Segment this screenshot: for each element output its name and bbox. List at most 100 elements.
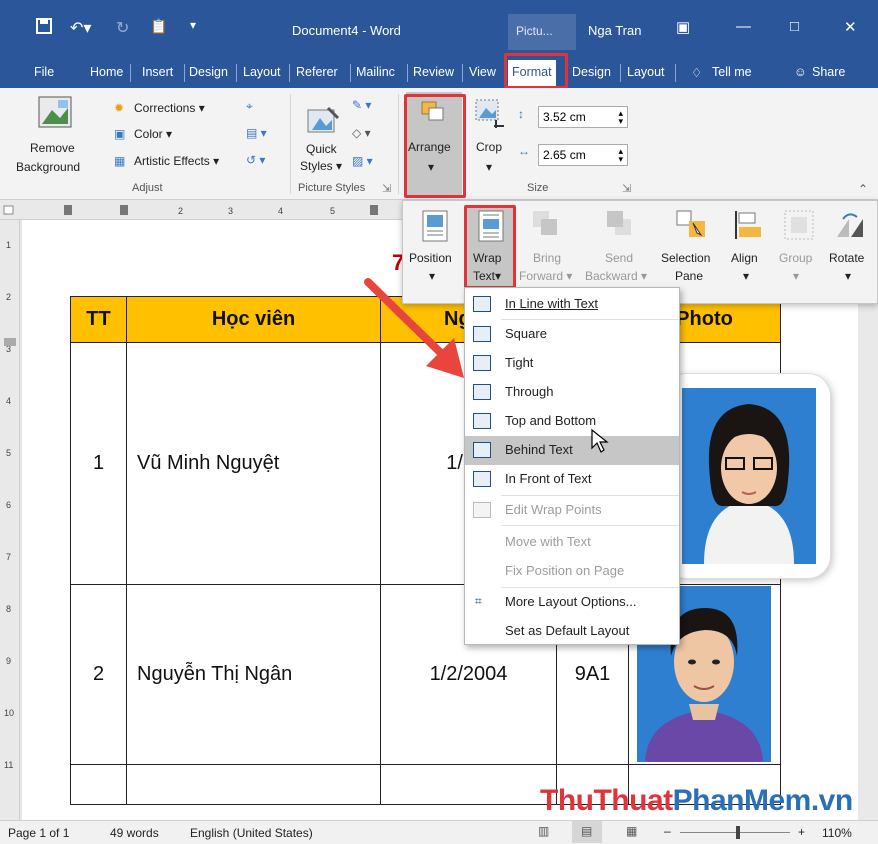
maximize-icon[interactable]: □: [790, 18, 799, 35]
quick-styles-label-2[interactable]: Styles ▾: [300, 159, 342, 173]
vertical-ruler[interactable]: 1234 5678 9 10 11: [0, 220, 20, 820]
position-icon[interactable]: [421, 209, 449, 243]
rotate-dropdown-icon[interactable]: ▾: [845, 269, 851, 283]
adjust-group-label: Adjust: [132, 182, 163, 194]
cell-name[interactable]: Vũ Minh Nguyệt: [126, 342, 381, 585]
redo-icon[interactable]: ↻: [116, 18, 129, 38]
menu-item-label: Through: [505, 384, 554, 399]
vertical-ruler-ticks: 1234 5678 91011: [4, 240, 16, 770]
compress-pictures-icon[interactable]: ⌖: [246, 99, 253, 114]
top-bottom-wrap-icon: [473, 413, 491, 429]
tab-file[interactable]: File: [34, 65, 54, 79]
remove-background-icon[interactable]: [38, 96, 72, 128]
zoom-slider-thumb[interactable]: [736, 826, 740, 839]
size-launcher-icon[interactable]: ⇲: [622, 182, 631, 195]
picture-layout-icon[interactable]: ▨ ▾: [352, 154, 373, 168]
crop-icon[interactable]: [474, 98, 508, 128]
ruler-ticks: 2 3 4 5: [3, 205, 378, 216]
selection-pane-icon[interactable]: [675, 209, 709, 241]
tab-picture-design[interactable]: Design: [572, 65, 611, 79]
page-count[interactable]: Page 1 of 1: [8, 826, 69, 840]
save-icon[interactable]: [36, 18, 52, 39]
picture-styles-launcher-icon[interactable]: ⇲: [382, 182, 391, 195]
menu-item-top-and-bottom[interactable]: Top and Bottom: [465, 407, 679, 436]
tab-home[interactable]: Home: [90, 65, 123, 79]
tab-separator: [675, 64, 676, 82]
menu-separator: [501, 525, 679, 526]
color-button[interactable]: Color ▾: [134, 127, 172, 141]
menu-item-set-default-layout[interactable]: Set as Default Layout: [465, 617, 679, 646]
word-count[interactable]: 49 words: [110, 826, 159, 840]
zoom-in-icon[interactable]: +: [798, 825, 805, 839]
collapse-ribbon-icon[interactable]: ⌃: [858, 182, 868, 196]
language-indicator[interactable]: English (United States): [190, 826, 313, 840]
zoom-level[interactable]: 110%: [822, 826, 852, 840]
svg-text:9: 9: [6, 656, 11, 666]
menu-item-through[interactable]: Through: [465, 378, 679, 407]
customize-qat-icon[interactable]: ▾: [190, 18, 196, 32]
tab-layout[interactable]: Layout: [243, 65, 281, 79]
menu-item-label: Behind Text: [505, 442, 573, 457]
menu-item-label: Fix Position on Page: [505, 563, 625, 578]
share-button[interactable]: Share: [812, 65, 845, 79]
zoom-out-icon[interactable]: –: [664, 824, 671, 838]
crop-label[interactable]: Crop: [476, 140, 502, 154]
menu-item-in-front-of-text[interactable]: In Front of Text: [465, 465, 679, 494]
picture-effects-icon[interactable]: ◇ ▾: [352, 126, 371, 140]
cell-tt[interactable]: 1: [70, 342, 127, 585]
corrections-icon: ✹: [114, 101, 125, 115]
remove-background-label-2[interactable]: Background: [16, 160, 80, 174]
tell-me-search[interactable]: Tell me: [712, 65, 752, 79]
size-group-label: Size: [527, 182, 549, 194]
user-name[interactable]: Nga Tran: [588, 23, 641, 38]
menu-item-more-layout-options[interactable]: ⌗ More Layout Options...: [465, 588, 679, 617]
position-label[interactable]: Position: [409, 251, 452, 265]
zoom-slider-track[interactable]: [680, 832, 790, 833]
tab-insert[interactable]: Insert: [142, 65, 173, 79]
align-icon[interactable]: [733, 209, 763, 241]
web-layout-icon[interactable]: ▦: [626, 824, 637, 838]
menu-item-in-line-with-text[interactable]: In Line with Text: [465, 290, 679, 319]
print-layout-icon[interactable]: ▤: [572, 821, 602, 843]
shape-height-input[interactable]: 3.52 cm ▴ ▾: [538, 106, 628, 128]
student-photo-girl[interactable]: [682, 388, 816, 564]
tab-review[interactable]: Review: [413, 65, 454, 79]
tab-view[interactable]: View: [469, 65, 496, 79]
tab-mailings[interactable]: Mailinc: [356, 65, 395, 79]
quick-styles-icon[interactable]: [306, 106, 340, 136]
menu-item-tight[interactable]: Tight: [465, 349, 679, 378]
ribbon-display-options-icon[interactable]: ▣: [676, 18, 690, 36]
reset-picture-icon[interactable]: ↺ ▾: [246, 153, 265, 167]
vertical-scrollbar[interactable]: [858, 220, 878, 820]
menu-item-behind-text[interactable]: Behind Text: [465, 436, 679, 465]
tab-design[interactable]: Design: [189, 65, 228, 79]
change-picture-icon[interactable]: ▤ ▾: [246, 126, 267, 140]
bring-forward-icon: [533, 211, 557, 235]
tab-picture-layout[interactable]: Layout: [627, 65, 665, 79]
quick-styles-label[interactable]: Quick: [306, 142, 337, 156]
crop-dropdown-icon[interactable]: ▾: [486, 160, 492, 174]
rotate-icon[interactable]: [833, 209, 865, 241]
selection-pane-label[interactable]: Selection: [661, 251, 710, 265]
svg-text:5: 5: [6, 448, 11, 458]
tab-references[interactable]: Referer: [296, 65, 338, 79]
picture-border-icon[interactable]: ✎ ▾: [352, 98, 371, 112]
undo-icon[interactable]: ↶▾: [70, 18, 91, 38]
align-dropdown-icon[interactable]: ▾: [743, 269, 749, 283]
align-label[interactable]: Align: [731, 251, 758, 265]
artistic-effects-button[interactable]: Artistic Effects ▾: [134, 154, 219, 168]
close-icon[interactable]: ✕: [844, 18, 857, 36]
selection-pane-label-2[interactable]: Pane: [675, 269, 703, 283]
selected-photo-frame[interactable]: [664, 374, 830, 578]
minimize-icon[interactable]: —: [736, 18, 751, 35]
rotate-label[interactable]: Rotate: [829, 251, 864, 265]
cell-name[interactable]: Nguyễn Thị Ngân: [126, 584, 381, 765]
paste-icon[interactable]: 📋: [150, 18, 167, 35]
remove-background-label[interactable]: Remove: [30, 141, 75, 155]
svg-text:3: 3: [228, 206, 233, 216]
shape-width-input[interactable]: 2.65 cm ▴ ▾: [538, 144, 628, 166]
cell-tt[interactable]: 2: [70, 584, 127, 765]
menu-item-square[interactable]: Square: [465, 320, 679, 349]
corrections-button[interactable]: Corrections ▾: [134, 101, 205, 115]
read-mode-icon[interactable]: ▥: [538, 824, 549, 838]
